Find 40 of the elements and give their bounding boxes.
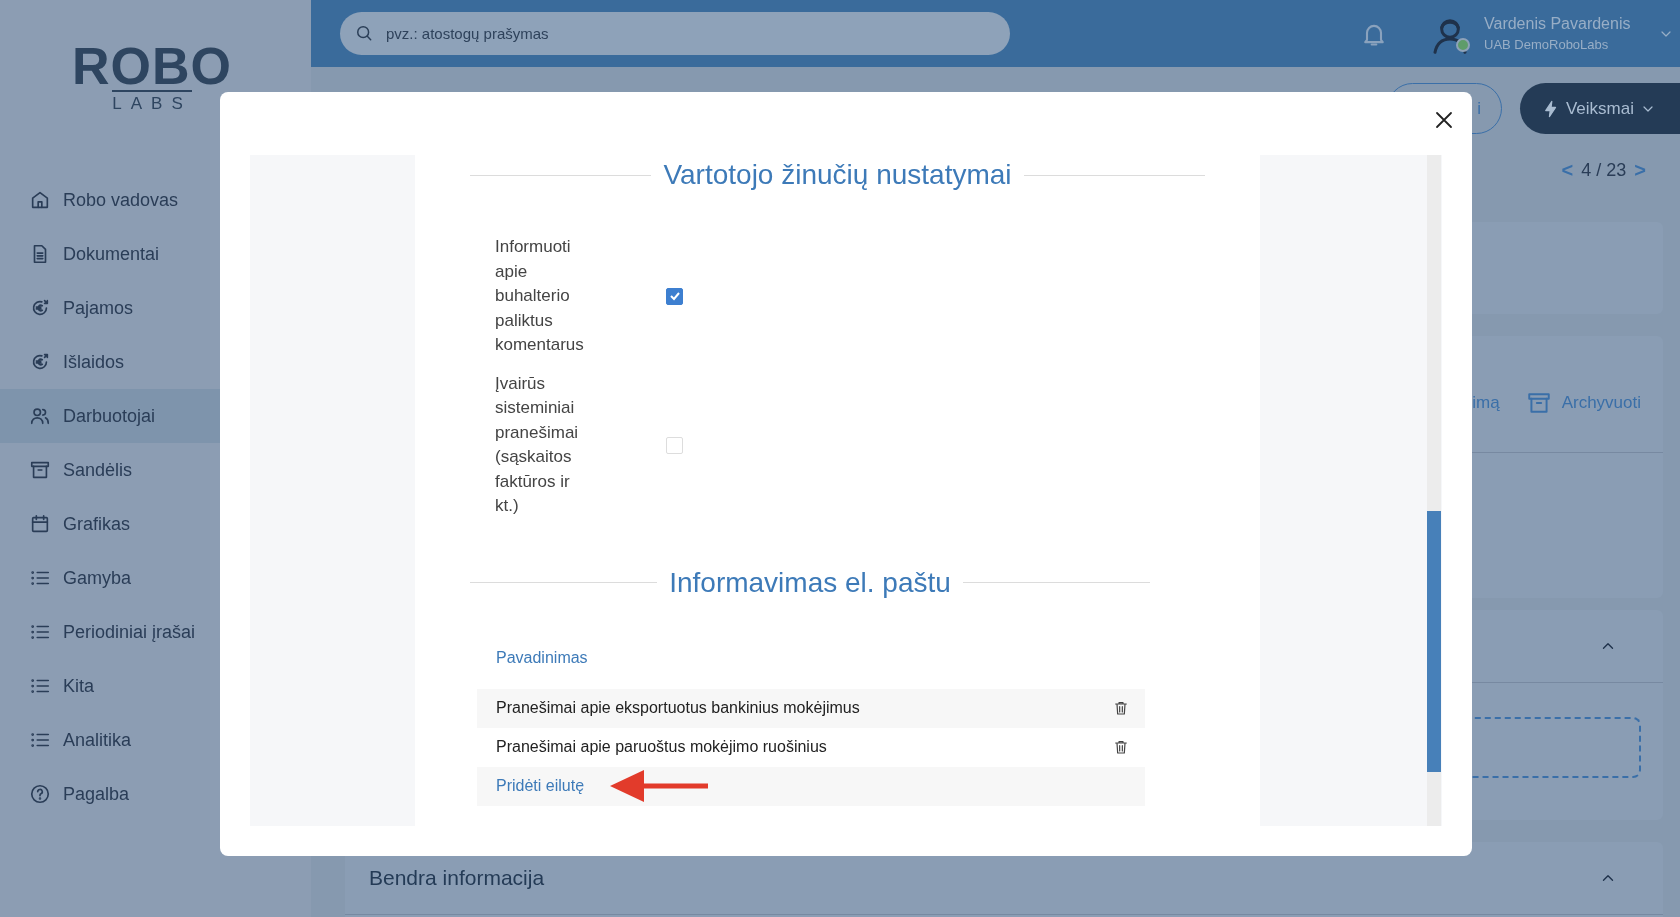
status-dot — [1456, 37, 1470, 52]
page-position: 4 / 23 — [1581, 160, 1627, 181]
user-name: Vardenis Pavardenis — [1484, 15, 1631, 33]
check-icon — [668, 290, 681, 303]
sidebar-item[interactable]: Kita — [0, 659, 311, 713]
scroll-thumb[interactable] — [1427, 510, 1441, 773]
add-row-link[interactable]: Pridėti eilutę — [496, 777, 585, 795]
calendar-icon — [29, 513, 51, 535]
sidebar-item[interactable]: Sandėlis — [0, 443, 311, 497]
sidebar-item[interactable]: Grafikas — [0, 497, 311, 551]
archive-box-icon — [29, 459, 51, 481]
sidebar-item[interactable]: Periodiniai įrašai — [0, 605, 311, 659]
sidebar-item[interactable]: Išlaidos — [0, 335, 311, 389]
section-heading: Informavimas el. paštu — [669, 566, 951, 599]
help-icon — [29, 783, 51, 805]
sidebar-item[interactable]: Dokumentai — [0, 227, 311, 281]
trash-icon — [1113, 700, 1129, 716]
section-heading: Vartotojo žinučių nustatymai — [663, 159, 1012, 191]
arrow-icon — [610, 769, 709, 803]
company-name: UAB DemoRoboLabs — [1484, 37, 1610, 52]
logo: ROBO LABS — [72, 42, 232, 114]
section-title: Bendra informacija — [369, 866, 545, 890]
trash-icon — [1113, 739, 1129, 755]
setting-label: Informuoti apie buhalterio paliktus komentarus — [495, 236, 585, 356]
sidebar-item[interactable]: Gamyba — [0, 551, 311, 605]
action-button[interactable]: Veiksmai — [1519, 83, 1680, 134]
column-header: Pavadinimas — [495, 648, 589, 668]
sidebar-item[interactable]: Analitika — [0, 713, 311, 767]
checkbox[interactable] — [666, 287, 683, 305]
table-cell: Pranešimai apie paruoštus mokėjimo ruošinius — [496, 738, 827, 756]
setting-label: Įvairūs sisteminiai pranešimai (sąskaitos faktūros ir kt.) — [495, 372, 580, 517]
sidebar-item[interactable]: Pagalba — [0, 767, 311, 821]
home-icon — [29, 189, 51, 211]
users-icon — [29, 405, 51, 427]
search-field[interactable]: pvz.: atostogų prašymas — [340, 12, 1010, 55]
sidebar-item[interactable]: Pajamos — [0, 281, 311, 335]
scrollbar[interactable] — [1427, 155, 1441, 826]
sidebar-item[interactable]: Robo vadovas — [0, 173, 311, 227]
archive-box-icon — [1525, 390, 1552, 416]
table-cell: Pranešimai apie eksportuotus bankinius mokėjimus — [496, 699, 860, 717]
